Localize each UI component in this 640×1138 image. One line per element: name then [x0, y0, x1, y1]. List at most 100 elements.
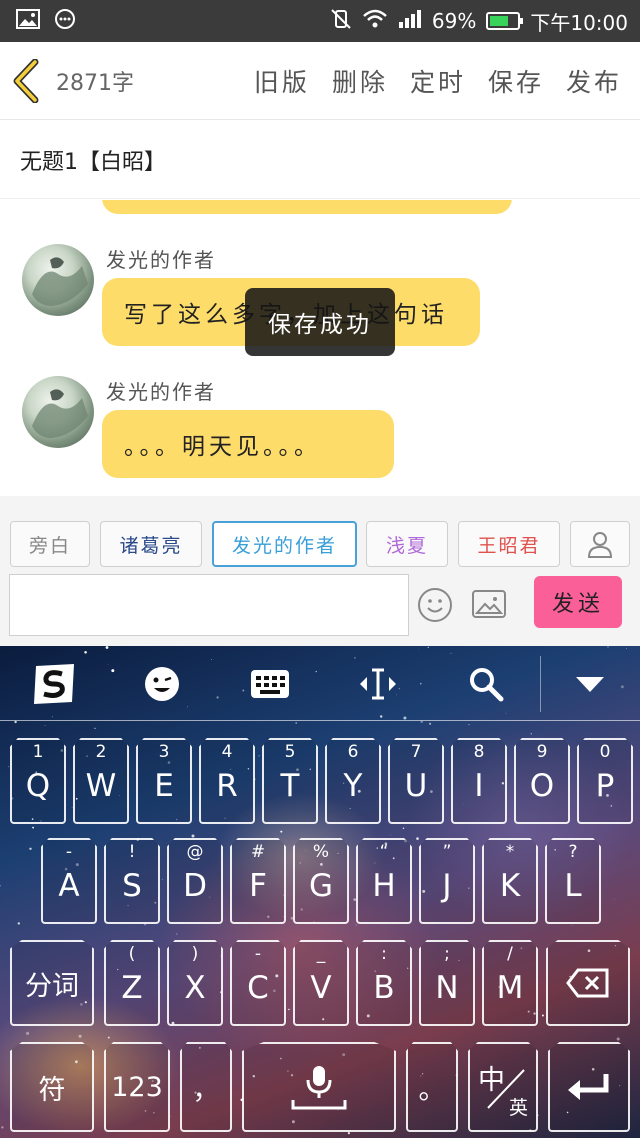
key-label: 符	[38, 1074, 66, 1106]
chapter-title[interactable]: 无题1【白昭】	[0, 121, 640, 199]
key-label: M	[496, 970, 524, 1006]
key-b[interactable]: :B	[356, 940, 412, 1026]
backspace-key[interactable]	[546, 940, 630, 1026]
key-label: O	[529, 768, 555, 804]
save-button[interactable]: 保存	[488, 63, 544, 99]
key-label: 分词	[25, 970, 79, 1002]
key-secondary-label: !	[128, 842, 136, 862]
message-input[interactable]	[9, 574, 409, 636]
key-a[interactable]: -A	[41, 838, 97, 924]
key-w[interactable]: 2W	[73, 738, 129, 824]
key-v[interactable]: _ V	[293, 940, 349, 1026]
role-chip-narrator[interactable]: 旁白	[10, 521, 90, 567]
image-icon	[16, 9, 40, 33]
key-r[interactable]: 4R	[199, 738, 255, 824]
role-chip-author[interactable]: 发光的作者	[212, 521, 357, 567]
role-chip-wang-zhaojun[interactable]: 王昭君	[458, 521, 560, 567]
keyboard-toolbar	[0, 646, 640, 722]
key-label: U	[404, 768, 428, 804]
key-y[interactable]: 6Y	[325, 738, 381, 824]
key-i[interactable]: 8I	[451, 738, 507, 824]
key-label: V	[310, 970, 332, 1006]
hide-keyboard-icon[interactable]	[560, 664, 620, 704]
user-icon	[587, 532, 613, 558]
key-t[interactable]: 5T	[262, 738, 318, 824]
key-z[interactable]: (Z	[104, 940, 160, 1026]
key-label: H	[372, 868, 396, 904]
key-secondary-label: @	[186, 842, 204, 862]
key-label: E	[154, 768, 174, 804]
key-label: B	[373, 970, 395, 1006]
numbers-key[interactable]: 123	[104, 1042, 170, 1132]
key-h[interactable]: “H	[356, 838, 412, 924]
key-label: T	[280, 768, 300, 804]
key-g[interactable]: % G	[293, 838, 349, 924]
role-chip-qianxia[interactable]: 浅夏	[366, 521, 448, 567]
key-k[interactable]: * K	[482, 838, 538, 924]
comma-key[interactable]: ，	[180, 1042, 232, 1132]
vibrate-off-icon	[330, 8, 352, 35]
message-author: 发光的作者	[106, 248, 216, 272]
cursor-move-icon[interactable]	[348, 664, 408, 704]
language-switch-key[interactable]: 中英	[468, 1042, 538, 1132]
back-button[interactable]	[0, 42, 52, 120]
send-button[interactable]: 发送	[534, 576, 622, 628]
space-key[interactable]	[242, 1042, 396, 1132]
key-secondary-label: 2	[95, 742, 107, 762]
key-secondary-label: /	[507, 944, 513, 964]
symbols-key[interactable]: 符	[10, 1042, 94, 1132]
key-label: R	[216, 768, 238, 804]
key-x[interactable]: ) X	[167, 940, 223, 1026]
emoji-icon[interactable]	[132, 664, 192, 704]
editor-header: 2871字 旧版 删除 定时 保存 发布	[0, 42, 640, 120]
key-j[interactable]: ” J	[419, 838, 475, 924]
period-key[interactable]: 。	[406, 1042, 458, 1132]
key-secondary-label: 4	[221, 742, 233, 762]
key-d[interactable]: @ D	[167, 838, 223, 924]
enter-key[interactable]	[548, 1042, 630, 1132]
key-l[interactable]: ? L	[545, 838, 601, 924]
role-bar: 旁白 诸葛亮 发光的作者 浅夏 王昭君 发送	[0, 496, 640, 646]
key-label: L	[564, 868, 582, 904]
key-secondary-label: 3	[158, 742, 170, 762]
key-f[interactable]: # F	[230, 838, 286, 924]
key-label: K	[499, 868, 521, 904]
wifi-icon	[362, 9, 388, 34]
key-secondary-label: ”	[442, 842, 452, 862]
publish-button[interactable]: 发布	[566, 63, 622, 99]
key-secondary-label: 8	[473, 742, 485, 762]
segment-key[interactable]: 分词	[10, 940, 94, 1026]
key-o[interactable]: 9O	[514, 738, 570, 824]
key-label: N	[435, 970, 459, 1006]
emoji-button[interactable]	[418, 588, 452, 622]
keyboard-layout-icon[interactable]	[240, 664, 300, 704]
key-label: A	[58, 868, 80, 904]
key-m[interactable]: / M	[482, 940, 538, 1026]
key-label: 。	[418, 1074, 446, 1106]
delete-button[interactable]: 删除	[332, 63, 388, 99]
key-label: ，	[192, 1074, 220, 1106]
avatar[interactable]	[22, 244, 94, 316]
key-n[interactable]: ; N	[419, 940, 475, 1026]
old-version-button[interactable]: 旧版	[254, 63, 310, 99]
key-c[interactable]: -C	[230, 940, 286, 1026]
image-button[interactable]	[472, 590, 506, 618]
message-bubble[interactable]: 。。。明天见。。。	[102, 410, 394, 478]
search-icon[interactable]	[456, 664, 516, 704]
key-secondary-label: 0	[599, 742, 611, 762]
key-p[interactable]: 0P	[577, 738, 633, 824]
avatar[interactable]	[22, 376, 94, 448]
key-s[interactable]: ! S	[104, 838, 160, 924]
key-q[interactable]: 1Q	[10, 738, 66, 824]
key-u[interactable]: 7U	[388, 738, 444, 824]
key-e[interactable]: 3E	[136, 738, 192, 824]
key-secondary-label: ;	[444, 944, 450, 964]
schedule-button[interactable]: 定时	[410, 63, 466, 99]
enter-icon	[550, 1044, 628, 1130]
key-secondary-label: ?	[568, 842, 578, 862]
role-chip-zhuge-liang[interactable]: 诸葛亮	[100, 521, 202, 567]
key-label: C	[247, 970, 269, 1006]
previous-message-bubble[interactable]	[102, 200, 512, 214]
sogou-logo-icon[interactable]	[24, 664, 84, 704]
add-role-button[interactable]	[570, 521, 630, 567]
